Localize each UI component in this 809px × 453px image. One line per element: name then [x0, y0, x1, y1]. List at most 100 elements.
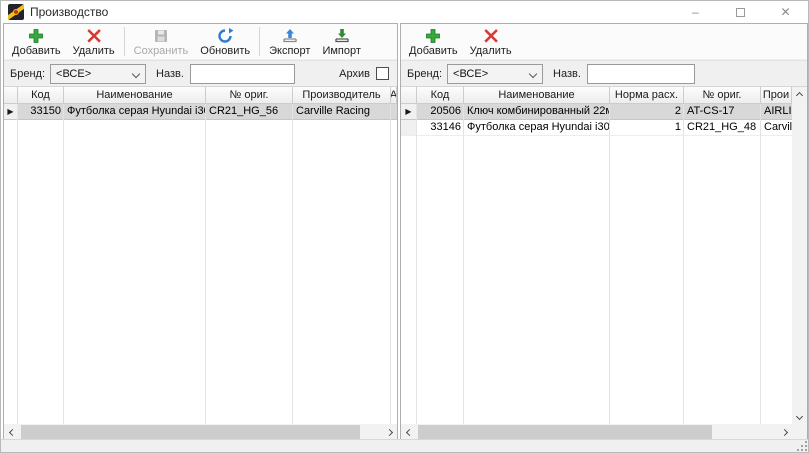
window-title: Производство: [30, 5, 108, 19]
x-icon: [86, 28, 102, 44]
grid-column-line: [390, 104, 391, 424]
scroll-down-arrow[interactable]: [792, 408, 807, 424]
x-icon: [483, 28, 499, 44]
right-toolbar: Добавить Удалить: [401, 24, 807, 59]
column-header[interactable]: Прои: [761, 87, 792, 103]
cell-norm: 1: [610, 120, 684, 135]
column-header[interactable]: Код: [18, 87, 64, 103]
delete-button[interactable]: Удалить: [464, 24, 518, 59]
column-header[interactable]: Производитель: [293, 87, 391, 103]
name-filter-input[interactable]: [190, 64, 295, 84]
left-toolbar: Добавить Удалить Сохранить Обновить Эксп…: [4, 24, 397, 59]
scrollbar-thumb[interactable]: [21, 425, 360, 439]
grid-column-line: [205, 104, 206, 424]
chevron-down-icon: [529, 69, 537, 77]
cell-code: 20506: [417, 104, 464, 119]
cell-name: Футболка серая Hyundai i30 56 (C: [64, 104, 206, 119]
name-label: Назв.: [553, 68, 581, 80]
grid-column-line: [609, 104, 610, 424]
left-panel: Добавить Удалить Сохранить Обновить Эксп…: [3, 23, 398, 441]
close-button[interactable]: ✕: [763, 1, 808, 23]
cell-name: Ключ комбинированный 22мм (АТ: [464, 104, 610, 119]
cell-code: 33146: [417, 120, 464, 135]
left-filter-bar: Бренд: <ВСЕ> Назв. Архив: [4, 60, 397, 87]
scrollbar-track[interactable]: [20, 424, 381, 440]
chevron-down-icon: [132, 69, 140, 77]
grid-column-line: [416, 104, 417, 424]
right-grid: Код Наименование Норма расх. № ориг. Про…: [401, 87, 792, 424]
left-grid: Код Наименование № ориг. Производитель А…: [4, 87, 397, 424]
grid-column-line: [17, 104, 18, 424]
column-header[interactable]: Наименование: [464, 87, 610, 103]
refresh-button[interactable]: Обновить: [194, 24, 256, 59]
row-indicator: ▶: [4, 104, 18, 119]
cell-name: Футболка серая Hyundai i30 48 (C: [464, 120, 610, 135]
column-header[interactable]: Норма расх.: [610, 87, 684, 103]
row-indicator-header: [4, 87, 18, 103]
import-button[interactable]: Импорт: [316, 24, 366, 59]
add-button[interactable]: Добавить: [6, 24, 67, 59]
scrollbar-corner: [792, 424, 807, 440]
left-horizontal-scrollbar[interactable]: [4, 424, 397, 440]
cell-extra: [391, 104, 397, 119]
add-button[interactable]: Добавить: [403, 24, 464, 59]
right-horizontal-scrollbar[interactable]: [401, 424, 792, 440]
scroll-left-arrow[interactable]: [4, 424, 20, 440]
left-grid-header: Код Наименование № ориг. Производитель А: [4, 87, 397, 104]
scroll-left-arrow[interactable]: [401, 424, 417, 440]
toolbar-separator: [124, 27, 125, 56]
brand-label: Бренд:: [407, 68, 442, 80]
row-indicator-header: [401, 87, 417, 103]
table-row[interactable]: ▶ 20506 Ключ комбинированный 22мм (АТ 2 …: [401, 104, 792, 120]
archive-label: Архив: [339, 68, 370, 80]
cell-code: 33150: [18, 104, 64, 119]
title-bar: Производство – ✕: [1, 1, 808, 23]
scroll-right-arrow[interactable]: [381, 424, 397, 440]
cell-manufacturer: Carville Ra: [761, 120, 792, 135]
column-header[interactable]: Наименование: [64, 87, 206, 103]
save-button: Сохранить: [128, 24, 195, 59]
export-icon: [282, 28, 298, 44]
scrollbar-track[interactable]: [417, 424, 776, 440]
right-grid-header: Код Наименование Норма расх. № ориг. Про…: [401, 87, 792, 104]
minimize-button[interactable]: –: [673, 1, 718, 23]
name-label: Назв.: [156, 68, 184, 80]
export-button[interactable]: Экспорт: [263, 24, 316, 59]
column-header[interactable]: А: [391, 87, 397, 103]
import-icon: [334, 28, 350, 44]
app-window: Производство – ✕ Добавить Удалить Сохран…: [0, 0, 809, 453]
cell-orig-number: CR21_HG_56: [206, 104, 293, 119]
scroll-right-arrow[interactable]: [776, 424, 792, 440]
app-icon: [8, 4, 24, 20]
scrollbar-thumb[interactable]: [418, 425, 712, 439]
save-icon: [153, 28, 169, 44]
column-header[interactable]: № ориг.: [684, 87, 761, 103]
cell-orig-number: AT-CS-17: [684, 104, 761, 119]
maximize-icon: [736, 8, 745, 17]
right-vertical-scrollbar[interactable]: [792, 87, 807, 424]
brand-dropdown[interactable]: <ВСЕ>: [447, 64, 543, 84]
brand-dropdown[interactable]: <ВСЕ>: [50, 64, 146, 84]
maximize-button[interactable]: [718, 1, 763, 23]
table-row[interactable]: 33146 Футболка серая Hyundai i30 48 (C 1…: [401, 120, 792, 136]
archive-checkbox[interactable]: [376, 67, 389, 80]
grid-column-line: [760, 104, 761, 424]
name-filter-input[interactable]: [587, 64, 695, 84]
cell-manufacturer: AIRLINE: [761, 104, 792, 119]
scroll-up-arrow[interactable]: [792, 87, 807, 103]
brand-label: Бренд:: [10, 68, 45, 80]
plus-icon: [28, 28, 44, 44]
right-panel: Добавить Удалить Бренд: <ВСЕ> Назв. Код …: [400, 23, 808, 441]
toolbar-separator: [259, 27, 260, 56]
row-indicator: [401, 120, 417, 135]
resize-grip[interactable]: [797, 441, 807, 451]
plus-icon: [425, 28, 441, 44]
column-header[interactable]: Код: [417, 87, 464, 103]
brand-dropdown-value: <ВСЕ>: [453, 68, 488, 80]
status-bar: [1, 439, 808, 452]
refresh-icon: [217, 28, 233, 44]
column-header[interactable]: № ориг.: [206, 87, 293, 103]
delete-button[interactable]: Удалить: [67, 24, 121, 59]
grid-column-line: [463, 104, 464, 424]
cell-norm: 2: [610, 104, 684, 119]
